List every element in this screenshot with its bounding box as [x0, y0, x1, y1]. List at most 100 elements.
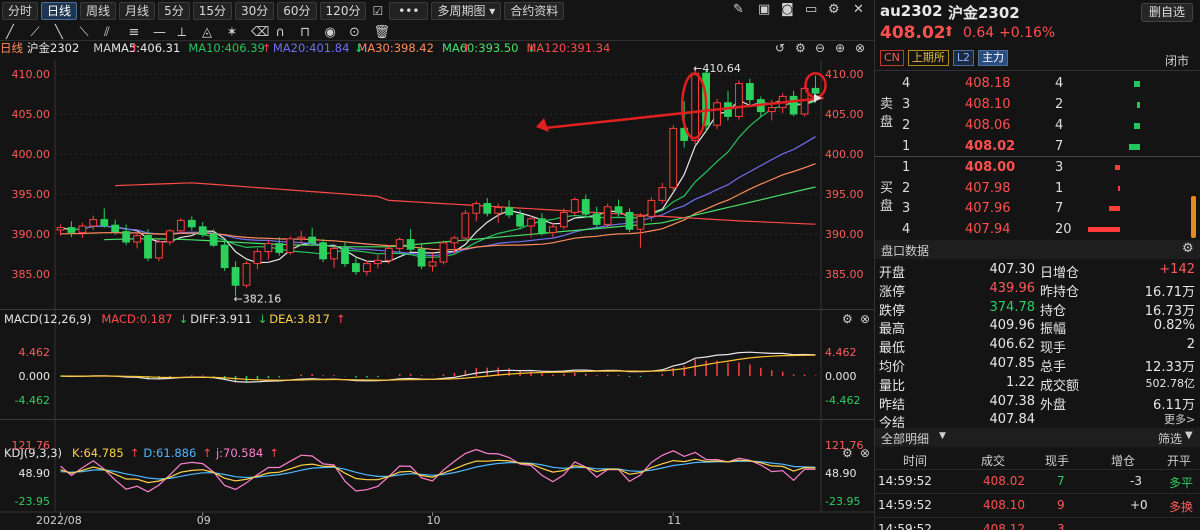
image-icon[interactable]: ▣ — [758, 2, 770, 17]
quote-value: 406.62 — [989, 337, 1036, 353]
line-tool-icon[interactable]: ╱ — [5, 23, 15, 40]
period-button-5[interactable]: 15分 — [192, 1, 232, 20]
candle-body — [67, 227, 76, 233]
visible-icon[interactable]: ⊙ — [349, 25, 360, 40]
contract-info-button[interactable]: 合约资料 — [504, 1, 565, 20]
eye-icon[interactable]: ◉ — [325, 25, 336, 40]
trade-type: 多换 — [1169, 500, 1194, 514]
period-button-6[interactable]: 30分 — [234, 1, 275, 20]
more-link[interactable]: 更多> — [1164, 411, 1195, 427]
quote-label: 最高 — [879, 322, 906, 338]
close-icon[interactable]: ✕ — [853, 2, 864, 17]
period-button-0[interactable]: 分时 — [2, 1, 39, 20]
filter-button[interactable]: 筛选 — [1158, 430, 1182, 447]
multi-period-button[interactable]: 多周期图 ▾ — [431, 1, 502, 20]
quote-section-header: 盘口数据 ⚙ — [875, 240, 1200, 259]
candle-body — [735, 83, 743, 117]
filter-icon[interactable]: ▼ — [1185, 430, 1193, 441]
candle-body — [198, 226, 207, 235]
period-button-3[interactable]: 月线 — [119, 1, 156, 20]
trades-title[interactable]: 全部明细 — [881, 430, 929, 447]
ray-tool-icon[interactable]: ⟋ — [31, 25, 41, 40]
settings-icon[interactable]: ⚙ — [795, 41, 806, 55]
period-button-4[interactable]: 5分 — [158, 1, 190, 20]
checkbox-icon[interactable]: ☑ — [369, 4, 386, 18]
camera-icon[interactable]: ◙ — [781, 2, 794, 17]
bid-price: 407.94 — [965, 221, 1011, 237]
fib-tool-icon[interactable]: ≡ — [129, 25, 140, 40]
ask-bar — [1129, 144, 1140, 150]
book-scrollbar[interactable] — [1191, 196, 1196, 238]
quote-value: 407.85 — [989, 356, 1036, 371]
ruler-icon[interactable]: ▭ — [805, 2, 817, 17]
segment-tool-icon[interactable]: ⟍ — [80, 25, 90, 40]
kdj-arrow-icon: ↑ — [202, 446, 212, 460]
period-button-1[interactable]: 日线 — [41, 1, 78, 20]
candle-body — [658, 187, 667, 201]
bid-price: 408.00 — [965, 160, 1016, 175]
quote-label: 均价 — [879, 360, 906, 375]
delete-icon[interactable]: 🗑 — [374, 24, 391, 40]
close-icon[interactable]: ⊗ — [855, 41, 865, 55]
eraser-tool-icon[interactable]: ⌫ — [250, 25, 269, 40]
trade-volume: 9 — [1057, 498, 1065, 512]
close-icon[interactable]: ⊗ — [860, 312, 870, 326]
quote-label: 日增仓 — [1040, 266, 1080, 281]
channel-tool-icon[interactable]: ╲ — [54, 23, 64, 40]
more-menu-button[interactable]: ••• — [389, 1, 429, 20]
quote-value: 6.11万 — [1153, 397, 1195, 413]
ask-row[interactable]: 4 408.18 4 — [875, 74, 1200, 94]
zoom-in-icon[interactable]: ⊕ — [835, 41, 845, 55]
trade-type: 多平 — [1169, 476, 1194, 490]
kdj-j: j:70.584 — [215, 446, 263, 460]
chevron-down-icon[interactable]: ▼ — [939, 431, 946, 441]
remove-favorite-button[interactable]: 删自选 — [1141, 3, 1193, 22]
magnet-tool-icon[interactable]: ∩ — [276, 25, 286, 40]
reset-icon[interactable]: ↺ — [775, 41, 785, 55]
bid-row[interactable]: 4 407.94 20 — [875, 220, 1200, 240]
ask-row[interactable]: 1 408.02 7 — [875, 137, 1200, 157]
trade-time: 14:59:52 — [878, 522, 932, 530]
ask-row[interactable]: 2 408.06 4 — [875, 116, 1200, 136]
settings-icon[interactable]: ⚙ — [828, 2, 840, 17]
bid-row[interactable]: 3 407.96 7 — [875, 199, 1200, 219]
legend-period: 日线 — [0, 41, 23, 55]
bid-row[interactable]: 1 408.00 3 — [875, 158, 1200, 178]
macd-arrow-icon: ↓ — [258, 312, 268, 326]
candle-body — [155, 241, 163, 259]
lock-tool-icon[interactable]: ⊓ — [300, 25, 310, 40]
zoom-out-icon[interactable]: ⊖ — [815, 41, 825, 55]
price-tick-right: 400.00 — [825, 148, 864, 161]
arrow-tool-icon[interactable]: ✶ — [227, 25, 238, 40]
quote-value: 439.96 — [989, 280, 1036, 296]
kdj-tick-right: 48.90 — [825, 467, 857, 480]
quote-value: 16.71万 — [1144, 284, 1195, 300]
period-button-8[interactable]: 120分 — [319, 1, 367, 20]
period-button-7[interactable]: 60分 — [277, 1, 317, 20]
mark-tool-icon[interactable]: ⟂ — [178, 25, 187, 40]
period-toolbar: 分时 日线 周线 月线 5分 15分 30分 60分 120分 ☑ ••• 多周期图 ▾ 合约资料 ✎ ▣ ◙… — [0, 0, 872, 21]
candle-body — [384, 247, 393, 261]
down-arrow-annotation-head — [536, 118, 549, 132]
candle-body — [472, 203, 481, 214]
period-button-2[interactable]: 周线 — [80, 1, 117, 20]
candle-body — [669, 127, 678, 189]
text-tool-icon[interactable]: — — [153, 25, 166, 40]
bid-row[interactable]: 2 407.98 1 — [875, 179, 1200, 199]
candle-body — [406, 239, 415, 250]
settings-icon[interactable]: ⚙ — [1182, 241, 1194, 256]
shape-tool-icon[interactable]: ◬ — [202, 25, 212, 40]
settings-icon[interactable]: ⚙ — [842, 312, 853, 326]
candle-body — [330, 247, 338, 260]
price-tick-right: 390.00 — [825, 228, 864, 241]
trade-price: 408.02 — [983, 474, 1025, 488]
parallel-tool-icon[interactable]: ⫽ — [103, 25, 110, 40]
trades-column-header: 增仓 — [1111, 454, 1136, 468]
candle-body — [592, 213, 601, 225]
candle-body — [253, 251, 262, 265]
ask-level: 2 — [902, 118, 911, 133]
edit-icon[interactable]: ✎ — [733, 2, 744, 17]
chart-area[interactable]: ╱ ⟋ ╲ ⟍ ⫽ ≡ — ⟂ ◬ ✶ ⌫ ∩ ⊓ ◉ ⊙ 🗑 410.00 410.00 405.00 405.00… — [0, 0, 874, 530]
ask-row[interactable]: 3 408.10 2 — [875, 95, 1200, 115]
candle-body — [341, 247, 349, 265]
